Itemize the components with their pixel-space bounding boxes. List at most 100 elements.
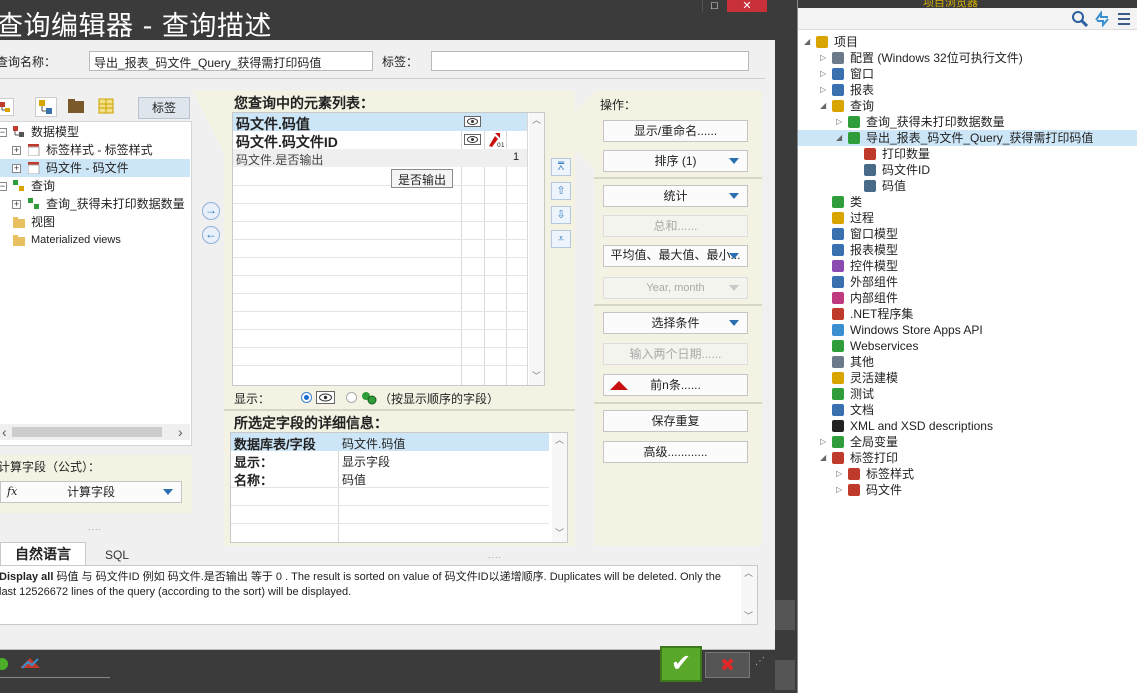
explorer-item[interactable]: 报表模型 bbox=[798, 242, 1137, 258]
sort-button[interactable]: 排序 (1) bbox=[603, 150, 748, 172]
table-row[interactable]: 名称： 码值 bbox=[231, 469, 549, 488]
expand-icon[interactable]: ▷ bbox=[836, 114, 842, 130]
explorer-item[interactable]: ▷ 配置 (Windows 32位可执行文件) bbox=[798, 50, 1137, 66]
expand-icon[interactable]: ▷ bbox=[836, 482, 842, 498]
vertical-scrollbar[interactable]: ︿ ﹀ bbox=[741, 566, 757, 624]
explorer-item[interactable]: ▷ 标签样式 bbox=[798, 466, 1137, 482]
collapse-icon[interactable]: ◢ bbox=[804, 34, 810, 50]
cancel-button[interactable]: ✖ bbox=[705, 652, 750, 678]
eye-icon[interactable] bbox=[464, 134, 481, 145]
scroll-down-icon[interactable]: ﹀ bbox=[532, 369, 541, 382]
expand-icon[interactable]: + bbox=[12, 146, 21, 155]
explorer-item[interactable]: 内部组件 bbox=[798, 290, 1137, 306]
scroll-thumb[interactable] bbox=[12, 427, 162, 437]
expand-icon[interactable]: + bbox=[12, 200, 21, 209]
scroll-up-icon[interactable]: ︿ bbox=[744, 566, 753, 579]
eye-icon[interactable] bbox=[464, 116, 481, 127]
explorer-item[interactable]: 控件模型 bbox=[798, 258, 1137, 274]
save-duplicates-button[interactable]: 保存重复 bbox=[603, 410, 748, 432]
query-description-box[interactable]: Display all 码值 与 码文件ID 例如 码文件.是否输出 等于 0 … bbox=[0, 565, 758, 625]
move-bottom-icon[interactable]: ⩡ bbox=[551, 230, 571, 248]
table-row[interactable]: 显示： 显示字段 bbox=[231, 451, 549, 470]
explorer-item[interactable]: Webservices bbox=[798, 338, 1137, 354]
expand-icon[interactable]: ▷ bbox=[836, 466, 842, 482]
explorer-item[interactable]: Windows Store Apps API bbox=[798, 322, 1137, 338]
scroll-down-icon[interactable]: ﹀ bbox=[744, 609, 753, 622]
collapse-icon[interactable]: ◢ bbox=[820, 98, 826, 114]
query-name-input[interactable]: 导出_报表_码文件_Query_获得需打印码值 bbox=[89, 51, 373, 71]
explorer-item[interactable]: ▷ 查询_获得未打印数据数量 bbox=[798, 114, 1137, 130]
explorer-item[interactable]: 灵活建模 bbox=[798, 370, 1137, 386]
query-graph-icon[interactable] bbox=[20, 656, 40, 670]
scroll-up-icon[interactable]: ︿ bbox=[532, 113, 541, 126]
explorer-item[interactable]: ◢ 标签打印 bbox=[798, 450, 1137, 466]
tab-natural-language[interactable]: 自然语言 bbox=[0, 542, 86, 566]
tree-item-code-file[interactable]: + 码文件 - 码文件 bbox=[0, 159, 190, 177]
explorer-item[interactable]: 过程 bbox=[798, 210, 1137, 226]
ok-button[interactable]: ✔ bbox=[660, 646, 702, 682]
table-row[interactable]: 数据库表/字段 码文件.码值 bbox=[231, 433, 549, 452]
collapse-icon[interactable]: ◢ bbox=[836, 130, 842, 146]
scroll-right-icon[interactable]: › bbox=[178, 424, 183, 440]
add-arrow-icon[interactable]: → bbox=[202, 202, 220, 220]
tree-item-query[interactable]: − 查询 bbox=[0, 177, 190, 195]
selection-condition-button[interactable]: 选择条件 bbox=[603, 312, 748, 334]
scroll-up-icon[interactable]: ︿ bbox=[555, 433, 564, 446]
expand-icon[interactable]: ▷ bbox=[820, 50, 826, 66]
search-icon[interactable] bbox=[1072, 11, 1088, 27]
menu-icon[interactable] bbox=[1116, 11, 1132, 27]
explorer-item[interactable]: ▷ 窗口 bbox=[798, 66, 1137, 82]
explorer-item[interactable]: ◢ 导出_报表_码文件_Query_获得需打印码值 bbox=[798, 130, 1137, 146]
explorer-item[interactable]: ▷ 全局变量 bbox=[798, 434, 1137, 450]
collapse-icon[interactable]: − bbox=[0, 128, 7, 137]
sort-ascending-icon[interactable]: 01 bbox=[487, 132, 505, 148]
vertical-scrollbar[interactable]: ︿ ﹀ bbox=[552, 433, 567, 542]
explorer-item[interactable]: ◢ 项目 bbox=[798, 34, 1137, 50]
explorer-item[interactable]: 窗口模型 bbox=[798, 226, 1137, 242]
horizontal-scrollbar[interactable]: ‹ › bbox=[0, 424, 190, 440]
explorer-item[interactable]: 类 bbox=[798, 194, 1137, 210]
expand-icon[interactable]: ▷ bbox=[820, 82, 826, 98]
sync-icon[interactable] bbox=[1094, 11, 1110, 27]
explorer-item[interactable]: ◢ 查询 bbox=[798, 98, 1137, 114]
hierarchy-icon[interactable] bbox=[35, 97, 57, 117]
statistics-button[interactable]: 统计 bbox=[603, 185, 748, 207]
list-item[interactable]: 码文件.码文件ID 01 bbox=[233, 131, 527, 150]
enter-two-dates-button[interactable]: 输入两个日期...... bbox=[603, 343, 748, 365]
move-down-icon[interactable]: ⇩ bbox=[551, 206, 571, 224]
tree-item-query-unprinted[interactable]: + 查询_获得未打印数据数量 bbox=[0, 195, 190, 213]
vertical-scrollbar[interactable]: ︿ ﹀ bbox=[529, 113, 544, 385]
advanced-button[interactable]: 高级............ bbox=[603, 441, 748, 463]
explorer-item[interactable]: 打印数量 bbox=[798, 146, 1137, 162]
expand-icon[interactable]: ▷ bbox=[820, 434, 826, 450]
grid-view-icon[interactable] bbox=[96, 97, 118, 117]
explorer-item[interactable]: XML and XSD descriptions bbox=[798, 418, 1137, 434]
year-month-button[interactable]: Year, month bbox=[603, 277, 748, 299]
sum-button[interactable]: 总和...... bbox=[603, 215, 748, 237]
display-visible-radio[interactable] bbox=[301, 392, 312, 403]
close-button[interactable]: ✕ bbox=[727, 0, 767, 12]
explorer-item[interactable]: ▷ 码文件 bbox=[798, 482, 1137, 498]
explorer-item[interactable]: 其他 bbox=[798, 354, 1137, 370]
resize-grip[interactable]: .... bbox=[488, 550, 502, 560]
tree-item-materialized-views[interactable]: Materialized views bbox=[0, 231, 190, 249]
explorer-item[interactable]: 码文件ID bbox=[798, 162, 1137, 178]
display-order-radio[interactable] bbox=[346, 392, 357, 403]
tree-item-data-model[interactable]: − 数据模型 bbox=[0, 123, 190, 141]
top-n-button[interactable]: 前n条...... bbox=[603, 374, 748, 396]
avg-max-min-button[interactable]: 平均值、最大值、最小... bbox=[603, 245, 748, 267]
list-item[interactable]: 码文件.码值 bbox=[233, 113, 527, 132]
remove-arrow-icon[interactable]: ← bbox=[202, 226, 220, 244]
tab-sql[interactable]: SQL bbox=[92, 545, 142, 565]
collapse-icon[interactable]: ◢ bbox=[820, 450, 826, 466]
maximize-button[interactable]: □ bbox=[702, 0, 726, 12]
tree-item-label-style[interactable]: + 标签样式 - 标签样式 bbox=[0, 141, 190, 159]
expand-icon[interactable]: ▷ bbox=[820, 66, 826, 82]
scroll-left-icon[interactable]: ‹ bbox=[2, 424, 7, 440]
display-rename-button[interactable]: 显示/重命名...... bbox=[603, 120, 748, 142]
collapse-icon[interactable]: − bbox=[0, 182, 7, 191]
explorer-item[interactable]: 码值 bbox=[798, 178, 1137, 194]
explorer-item[interactable]: .NET程序集 bbox=[798, 306, 1137, 322]
tag-tab[interactable]: 标签 bbox=[138, 97, 190, 119]
move-up-icon[interactable]: ⇧ bbox=[551, 182, 571, 200]
